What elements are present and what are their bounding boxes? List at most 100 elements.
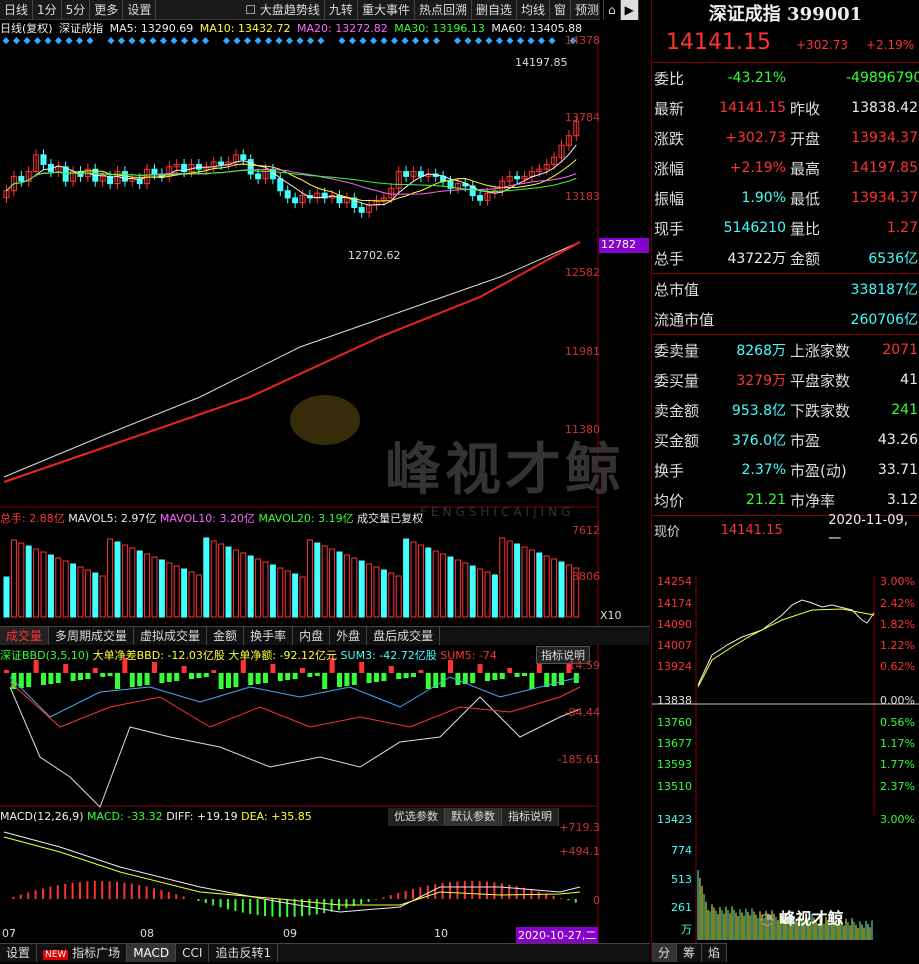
month-label: 09 [283, 927, 297, 940]
quote-label: 总市值 [654, 280, 700, 299]
volume-bar [218, 543, 225, 618]
default-params-button[interactable]: 默认参数 [445, 808, 502, 826]
tab-settings-bottom[interactable]: 设置 [0, 944, 38, 962]
tab-1min[interactable]: 1分 [33, 0, 62, 20]
price-tick: 13784 [565, 111, 600, 124]
candle-body [403, 171, 410, 177]
month-label: 10 [434, 927, 448, 940]
quote-row: 均价 21.21 市净率 3.12 [652, 485, 919, 515]
quote-value: 1.90% [741, 190, 786, 206]
signal-diamond [117, 37, 126, 45]
quote-label: 涨跌 [654, 129, 685, 148]
tab-indicator-square[interactable]: NEW 指标广场 [37, 944, 128, 962]
nine-turn-button[interactable]: 九转 [325, 0, 358, 20]
month-label: 08 [140, 927, 154, 940]
quote-label: 最低 [790, 189, 821, 208]
signal-diamond [54, 37, 63, 45]
window-button[interactable]: 窗 [550, 0, 572, 20]
signal-diamond [159, 37, 168, 45]
vol-tick: 3806 [572, 570, 600, 583]
ma-button[interactable]: 均线 [517, 0, 550, 20]
lock-icon[interactable]: ⌂ [604, 0, 621, 20]
tab-daily[interactable]: 日线 [0, 0, 34, 20]
forecast-button[interactable]: 预测 [571, 0, 605, 20]
bbd-bar [181, 666, 187, 673]
macd-help-button[interactable]: 指标说明 [502, 808, 559, 826]
quote-label: 流通市值 [654, 310, 715, 329]
bbd-bar [359, 662, 365, 673]
quote-value: 14197.85 [851, 160, 918, 176]
ma30-line [6, 169, 577, 193]
quote-label: 均价 [654, 491, 685, 510]
quote-label: 委买量 [654, 371, 700, 390]
volume-bar [469, 565, 476, 618]
market-cap-row: 流通市值 260706亿 [652, 304, 919, 334]
tab-multi-period[interactable]: 多周期成交量 [49, 627, 135, 645]
intraday-price-line [697, 599, 875, 686]
bbd-amount: 大单净额: -92.12亿元 [228, 649, 338, 662]
hotspot-button[interactable]: 热点回溯 [415, 0, 472, 20]
signal-diamond [296, 37, 304, 45]
signal-diamond [464, 37, 472, 45]
remove-watchlist-button[interactable]: 删自选 [472, 0, 517, 20]
volume-bar [240, 552, 247, 618]
bbd-bar [211, 670, 217, 673]
tab-virtual[interactable]: 虚拟成交量 [134, 627, 208, 645]
bbd-bar [418, 670, 424, 673]
tab-volume[interactable]: 成交量 [0, 627, 50, 645]
bbd-tick: -185.61 [557, 753, 600, 766]
intraday-avg-line [697, 608, 875, 688]
optimal-params-button[interactable]: 优选参数 [388, 808, 445, 826]
tab-time-share[interactable]: 分 [652, 944, 678, 962]
bbd-bar [492, 673, 498, 680]
volume-bar [565, 564, 572, 618]
volume-bar [255, 558, 262, 618]
signal-diamond [191, 37, 199, 45]
tab-turnover[interactable]: 换手率 [244, 627, 294, 645]
quote-row: 现手 5146210 量比 1.27 [652, 213, 919, 243]
tab-amount[interactable]: 金额 [207, 627, 245, 645]
bbd-bar [115, 673, 120, 689]
quote-row: 总手 43722万 金额 6536亿 [652, 243, 919, 273]
bbd-bar [152, 662, 157, 673]
major-events-button[interactable]: 重大事件 [358, 0, 415, 20]
bbd-bar [255, 673, 261, 684]
tab-macd[interactable]: MACD [127, 944, 177, 962]
quote-value: 2.37% [741, 462, 786, 478]
tab-flame[interactable]: 焰 [702, 944, 728, 962]
next-icon[interactable]: ▶ [620, 0, 639, 20]
mini-tick-left: 13423 [657, 813, 692, 826]
mini-tick-left: 14254 [657, 575, 692, 588]
ma10-value: MA10: 13432.72 [199, 22, 291, 35]
tab-cci[interactable]: CCI [176, 944, 210, 962]
watermark-text: 峰视才鲸 [385, 438, 625, 503]
total-volume: 总手: 2.88亿 [0, 512, 65, 525]
candle-body [292, 197, 299, 204]
volume-bar [454, 559, 461, 618]
signal-diamond [306, 37, 315, 45]
quote-label: 上涨家数 [790, 341, 851, 360]
bbd-bar [129, 673, 135, 687]
mini-title: 现价 [654, 524, 681, 540]
tab-inner[interactable]: 内盘 [293, 627, 331, 645]
signal-diamond [128, 37, 136, 45]
signal-diamond [75, 37, 84, 45]
tab-outer[interactable]: 外盘 [330, 627, 368, 645]
tab-settings[interactable]: 设置 [123, 0, 157, 20]
trend-line-toggle[interactable]: ☐ 大盘趋势线 [241, 0, 325, 20]
mini-tick-left: 261 [671, 901, 692, 914]
tab-reversal[interactable]: 追击反转1 [209, 944, 279, 962]
chart-label: 日线(复权) [0, 22, 53, 35]
tab-5min[interactable]: 5分 [62, 0, 91, 20]
bbd-bar [226, 673, 231, 688]
tab-after-hours[interactable]: 盘后成交量 [367, 627, 441, 645]
quote-value: 21.21 [745, 492, 786, 508]
tab-more[interactable]: 更多 [90, 0, 124, 20]
signal-diamond [401, 37, 409, 45]
volume-bar [10, 539, 17, 618]
tab-chips[interactable]: 筹 [677, 944, 703, 962]
volume-bar [366, 563, 373, 618]
macd-tick: +494.1 [559, 845, 600, 858]
quote-value: 3.12 [886, 492, 918, 508]
signal-diamond [201, 37, 210, 45]
